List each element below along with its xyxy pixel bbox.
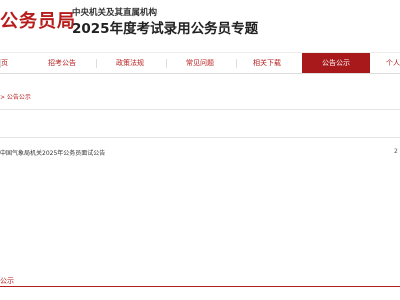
site-header: 公务员局 中央机关及其直属机构 2025年度考试录用公务员专题 — [0, 0, 400, 50]
nav-item-policies[interactable]: 政策法规 — [108, 53, 152, 73]
nav-divider — [96, 59, 97, 68]
nav-item-label: 招考公告 — [48, 59, 76, 67]
nav-item-label: 个人 — [386, 59, 400, 67]
breadcrumb[interactable]: > 公告公示 — [0, 92, 31, 101]
header-title: 2025年度考试录用公务员专题 — [72, 21, 259, 37]
site-logo-text[interactable]: 公务员局 — [0, 7, 76, 33]
nav-item-label: 相关下载 — [253, 59, 281, 67]
nav-item-label: 常见问题 — [186, 59, 214, 67]
nav-item-home[interactable]: 首页 — [0, 53, 11, 73]
nav-item-personal[interactable]: 个人 — [378, 53, 400, 73]
nav-item-label: 首页 — [0, 59, 8, 67]
list-item[interactable]: 中国气象局机关2025年公务员面试公告 — [0, 148, 105, 157]
footer-divider — [0, 286, 400, 287]
divider — [0, 137, 400, 138]
nav-divider — [0, 59, 1, 68]
nav-item-recruitment-notices[interactable]: 招考公告 — [40, 53, 84, 73]
nav-item-announcements[interactable]: 公告公示 — [302, 53, 370, 73]
nav-divider — [236, 59, 237, 68]
nav-item-downloads[interactable]: 相关下载 — [244, 53, 290, 73]
divider — [0, 109, 400, 110]
nav-item-label: 公告公示 — [322, 59, 350, 67]
list-item-date: 2 — [394, 148, 398, 155]
nav-divider — [166, 59, 167, 68]
nav-item-label: 政策法规 — [116, 59, 144, 67]
footer-section-label: 公示 — [0, 277, 14, 285]
nav-item-faq[interactable]: 常见问题 — [178, 53, 222, 73]
main-nav: 首页 招考公告 政策法规 常见问题 相关下载 公告公示 个人 — [0, 52, 400, 74]
